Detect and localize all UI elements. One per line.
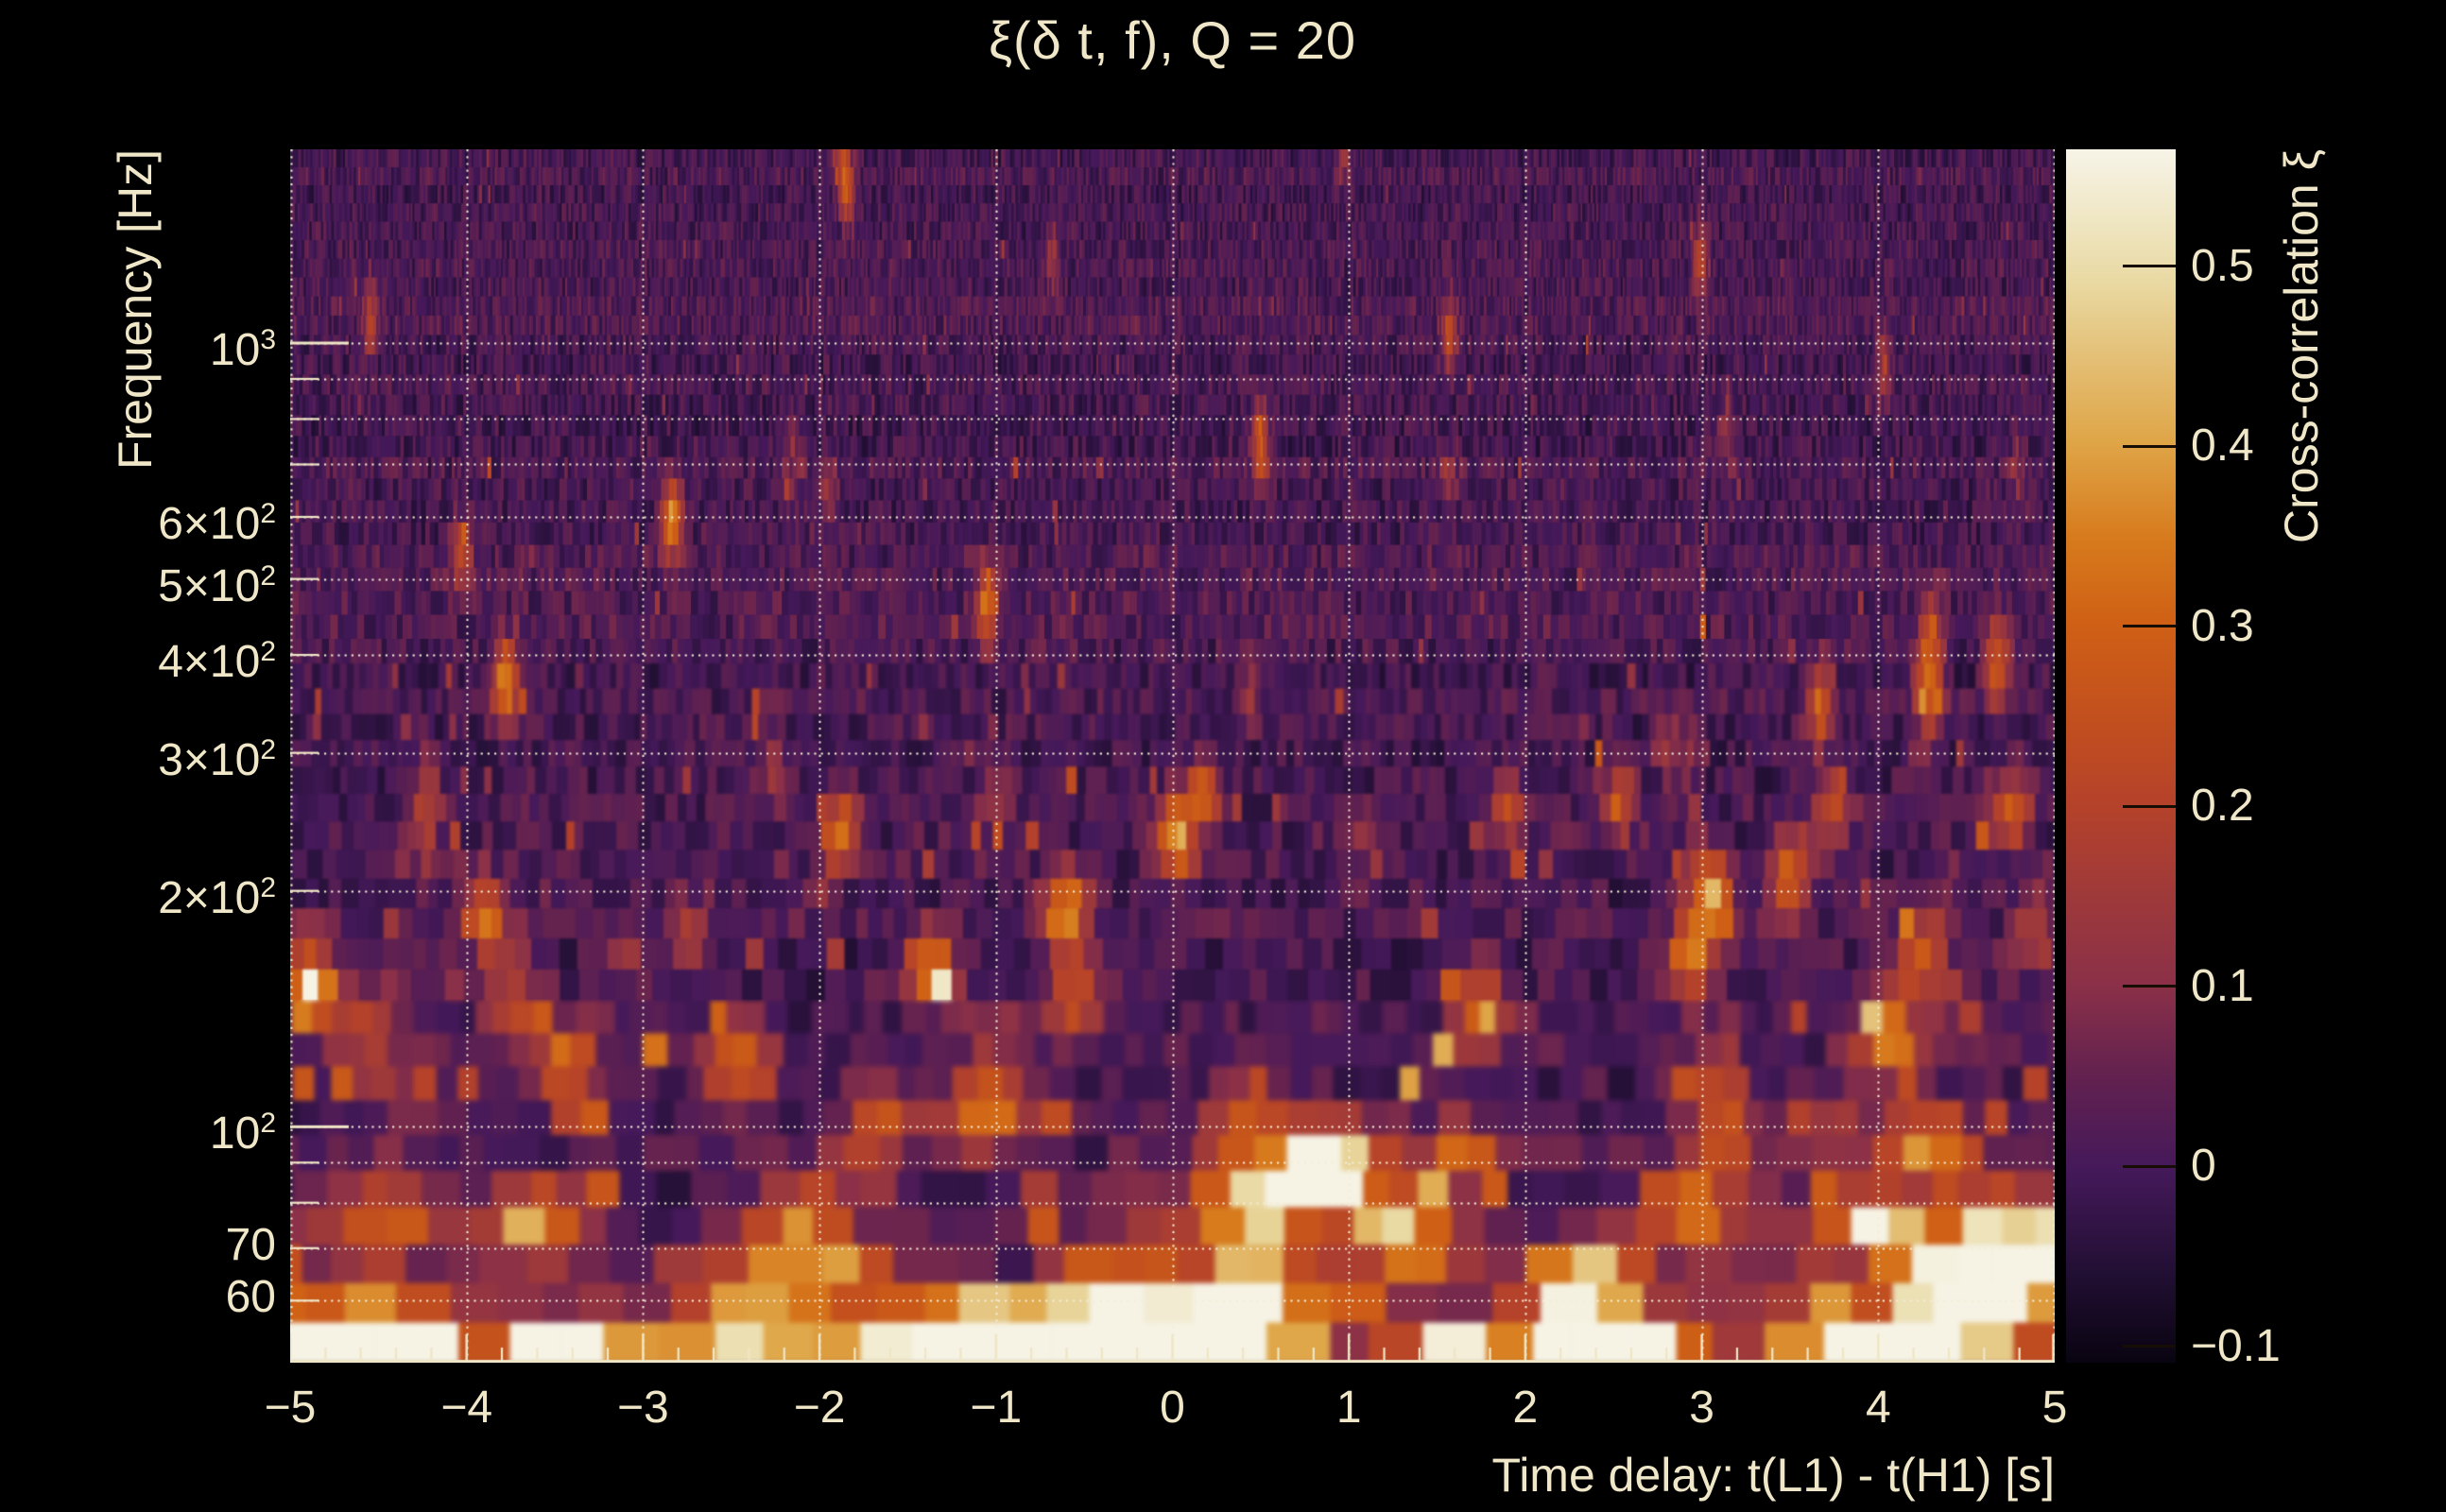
y-tick-label: 60 bbox=[225, 1272, 276, 1323]
y-tick-label: 6×102 bbox=[158, 498, 276, 550]
colorbar-tick bbox=[2123, 444, 2176, 448]
y-tick-label: 5×102 bbox=[158, 559, 276, 611]
colorbar-tick bbox=[2123, 1345, 2176, 1349]
colorbar-tick-label: 0.2 bbox=[2191, 781, 2254, 832]
x-tick-label: 1 bbox=[1335, 1383, 1362, 1433]
colorbar-tick bbox=[2123, 804, 2176, 808]
y-tick-label: 4×102 bbox=[158, 636, 276, 688]
heatmap-canvas bbox=[290, 149, 2055, 1363]
y-tick-label: 3×102 bbox=[158, 733, 276, 785]
colorbar-tick-label: 0.4 bbox=[2191, 421, 2254, 472]
colorbar-label: Cross-correlation ξ bbox=[2275, 149, 2328, 543]
x-tick-label: −5 bbox=[264, 1383, 317, 1433]
y-axis-label: Frequency [Hz] bbox=[109, 149, 162, 471]
y-tick-label: 70 bbox=[225, 1219, 276, 1270]
x-tick-label: −4 bbox=[440, 1383, 493, 1433]
y-tick-label: 103 bbox=[209, 324, 276, 376]
colorbar-tick-label: 0.5 bbox=[2191, 240, 2254, 291]
x-tick-label: 5 bbox=[2041, 1383, 2068, 1433]
x-tick-label: −3 bbox=[617, 1383, 669, 1433]
colorbar-tick-label: −0.1 bbox=[2191, 1320, 2281, 1371]
colorbar-tick bbox=[2123, 625, 2176, 628]
x-tick-label: 0 bbox=[1160, 1383, 1185, 1433]
x-tick-label: 4 bbox=[1865, 1383, 1891, 1433]
figure-root: ξ(δ t, f), Q = 20 Frequency [Hz] Time de… bbox=[0, 0, 2446, 1512]
x-axis-label: Time delay: t(L1) - t(H1) [s] bbox=[1491, 1449, 2055, 1502]
y-tick-label: 102 bbox=[209, 1108, 276, 1160]
colorbar-tick-label: 0 bbox=[2191, 1141, 2216, 1192]
x-tick-label: 2 bbox=[1512, 1383, 1539, 1433]
x-tick-label: −1 bbox=[970, 1383, 1023, 1433]
y-tick-label: 2×102 bbox=[158, 871, 276, 923]
colorbar-tick-label: 0.3 bbox=[2191, 600, 2254, 651]
x-tick-label: 3 bbox=[1689, 1383, 1714, 1433]
colorbar-tick bbox=[2123, 265, 2176, 268]
x-tick-label: −2 bbox=[793, 1383, 846, 1433]
colorbar-tick bbox=[2123, 985, 2176, 988]
colorbar-tick bbox=[2123, 1164, 2176, 1168]
colorbar-gradient bbox=[2066, 149, 2176, 1363]
colorbar-tick-label: 0.1 bbox=[2191, 960, 2254, 1011]
chart-title: ξ(δ t, f), Q = 20 bbox=[988, 10, 1357, 70]
